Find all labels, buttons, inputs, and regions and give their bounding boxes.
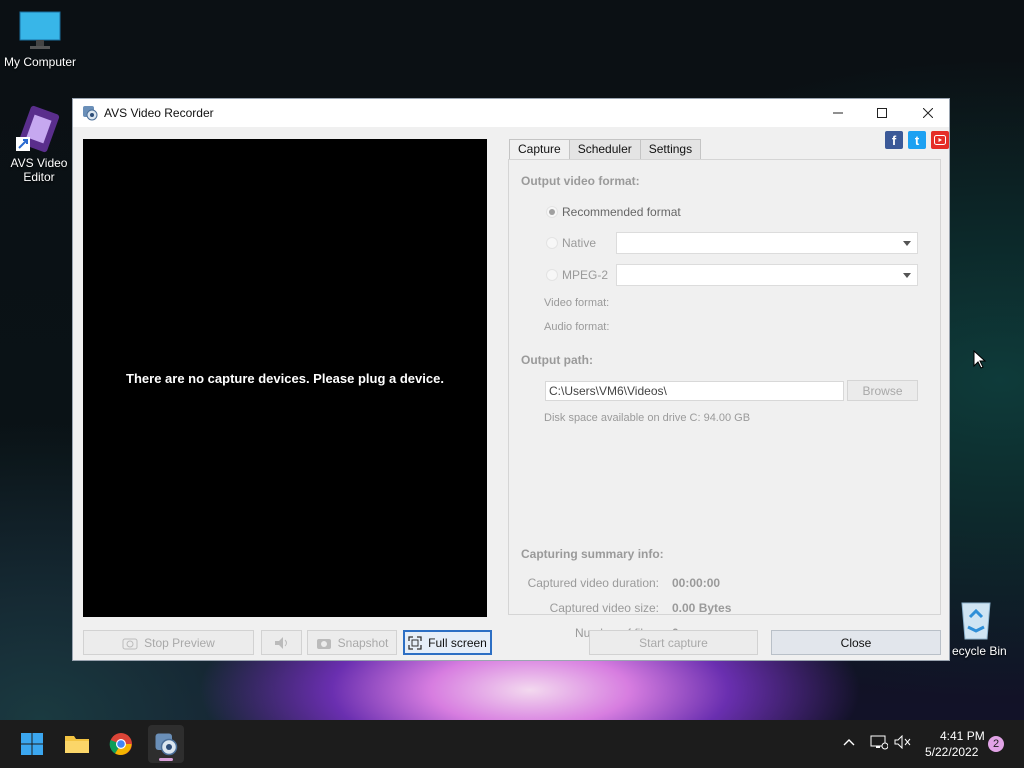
no-device-message: There are no capture devices. Please plu… (126, 370, 444, 386)
app-icon (83, 106, 98, 121)
desktop-icon-label: ecycle Bin (952, 644, 1007, 658)
stop-preview-label: Stop Preview (144, 635, 215, 650)
camera-off-icon (122, 638, 138, 649)
minimize-button[interactable] (815, 99, 861, 127)
capturing-summary-header: Capturing summary info: (521, 547, 664, 561)
recommended-format-label: Recommended format (562, 205, 681, 219)
folder-icon (65, 736, 89, 753)
active-indicator (159, 758, 173, 761)
start-button[interactable] (16, 728, 48, 760)
clock-time[interactable]: 4:41 PM (940, 729, 985, 743)
output-path-header: Output path: (521, 353, 593, 367)
computer-icon (19, 11, 61, 49)
desktop-icon-label: My Computer (3, 55, 77, 69)
desktop-icon-avs-video-editor[interactable]: AVS Video Editor (0, 105, 79, 184)
desktop-icon-label: Editor (23, 170, 55, 184)
chevron-up-icon (843, 739, 855, 746)
output-format-header: Output video format: (521, 174, 640, 188)
tab-bar: Capture Scheduler Settings (509, 139, 702, 160)
audio-button[interactable] (261, 630, 302, 655)
clock-date[interactable]: 5/22/2022 (925, 745, 978, 759)
taskbar: 4:41 PM 5/22/2022 2 (0, 720, 1024, 768)
mouse-cursor-icon (973, 350, 987, 369)
output-path-field[interactable]: C:\Users\VM6\Videos\ (545, 381, 844, 401)
avs-recorder-taskbar-button[interactable] (148, 725, 184, 763)
close-window-button[interactable] (905, 99, 951, 127)
tab-capture[interactable]: Capture (509, 139, 570, 160)
size-label: Captured video size: (549, 601, 659, 615)
capture-panel: Output video format: Recommended format … (508, 159, 941, 640)
close-button[interactable]: Close (771, 630, 941, 655)
tab-scheduler[interactable]: Scheduler (568, 139, 641, 159)
windows-icon (21, 733, 43, 755)
video-format-label: Video format: (544, 297, 610, 309)
avs-video-recorder-window: AVS Video Recorder f t There are no capt… (72, 98, 950, 661)
full-screen-button[interactable]: Full screen (403, 630, 492, 655)
duration-label: Captured video duration: (527, 576, 659, 590)
duration-value: 00:00:00 (672, 576, 721, 590)
disk-space-info: Disk space available on drive C: 94.00 G… (544, 412, 751, 424)
notification-badge[interactable]: 2 (988, 736, 1004, 752)
mpeg2-format-dropdown[interactable] (616, 264, 918, 286)
mpeg2-label: MPEG-2 (562, 268, 609, 282)
facebook-icon[interactable]: f (885, 131, 903, 149)
window-title: AVS Video Recorder (104, 106, 214, 120)
desktop-icon-my-computer[interactable]: My Computer (0, 10, 80, 69)
desktop-icon-label: AVS Video (10, 156, 68, 170)
youtube-icon[interactable] (931, 131, 949, 149)
show-hidden-icons-button[interactable] (843, 736, 855, 750)
tab-settings[interactable]: Settings (639, 139, 702, 159)
native-label: Native (562, 236, 597, 250)
chevron-down-icon (903, 241, 911, 246)
app-icon (155, 733, 178, 756)
audio-format-label: Audio format: (544, 321, 610, 333)
camera-icon (316, 638, 331, 649)
chevron-down-icon (903, 273, 911, 278)
snapshot-button[interactable]: Snapshot (307, 630, 397, 655)
speaker-icon (274, 636, 287, 649)
film-icon (16, 105, 60, 153)
fullscreen-icon (408, 635, 422, 650)
recycle-bin-icon (961, 602, 991, 640)
close-icon (923, 108, 933, 118)
browse-button[interactable]: Browse (847, 380, 918, 401)
desktop-icon-recycle-bin[interactable]: ecycle Bin (944, 597, 1024, 658)
maximize-button[interactable] (859, 99, 905, 127)
size-value: 0.00 Bytes (672, 601, 732, 615)
video-preview-area: There are no capture devices. Please plu… (83, 139, 487, 617)
native-radio[interactable] (546, 237, 558, 249)
recommended-format-radio[interactable] (546, 206, 558, 218)
file-explorer-button[interactable] (61, 728, 93, 760)
chrome-icon (109, 733, 132, 755)
maximize-icon (877, 108, 887, 118)
stop-preview-button[interactable]: Stop Preview (83, 630, 254, 655)
mpeg2-radio[interactable] (546, 269, 558, 281)
volume-muted-icon[interactable] (894, 734, 912, 752)
full-screen-label: Full screen (428, 635, 487, 650)
network-icon[interactable] (870, 734, 889, 753)
native-format-dropdown[interactable] (616, 232, 918, 254)
start-capture-button[interactable]: Start capture (589, 630, 758, 655)
snapshot-label: Snapshot (337, 635, 389, 650)
twitter-icon[interactable]: t (908, 131, 926, 149)
chrome-button[interactable] (105, 728, 137, 760)
minimize-icon (833, 112, 843, 114)
title-bar[interactable]: AVS Video Recorder (73, 99, 949, 127)
